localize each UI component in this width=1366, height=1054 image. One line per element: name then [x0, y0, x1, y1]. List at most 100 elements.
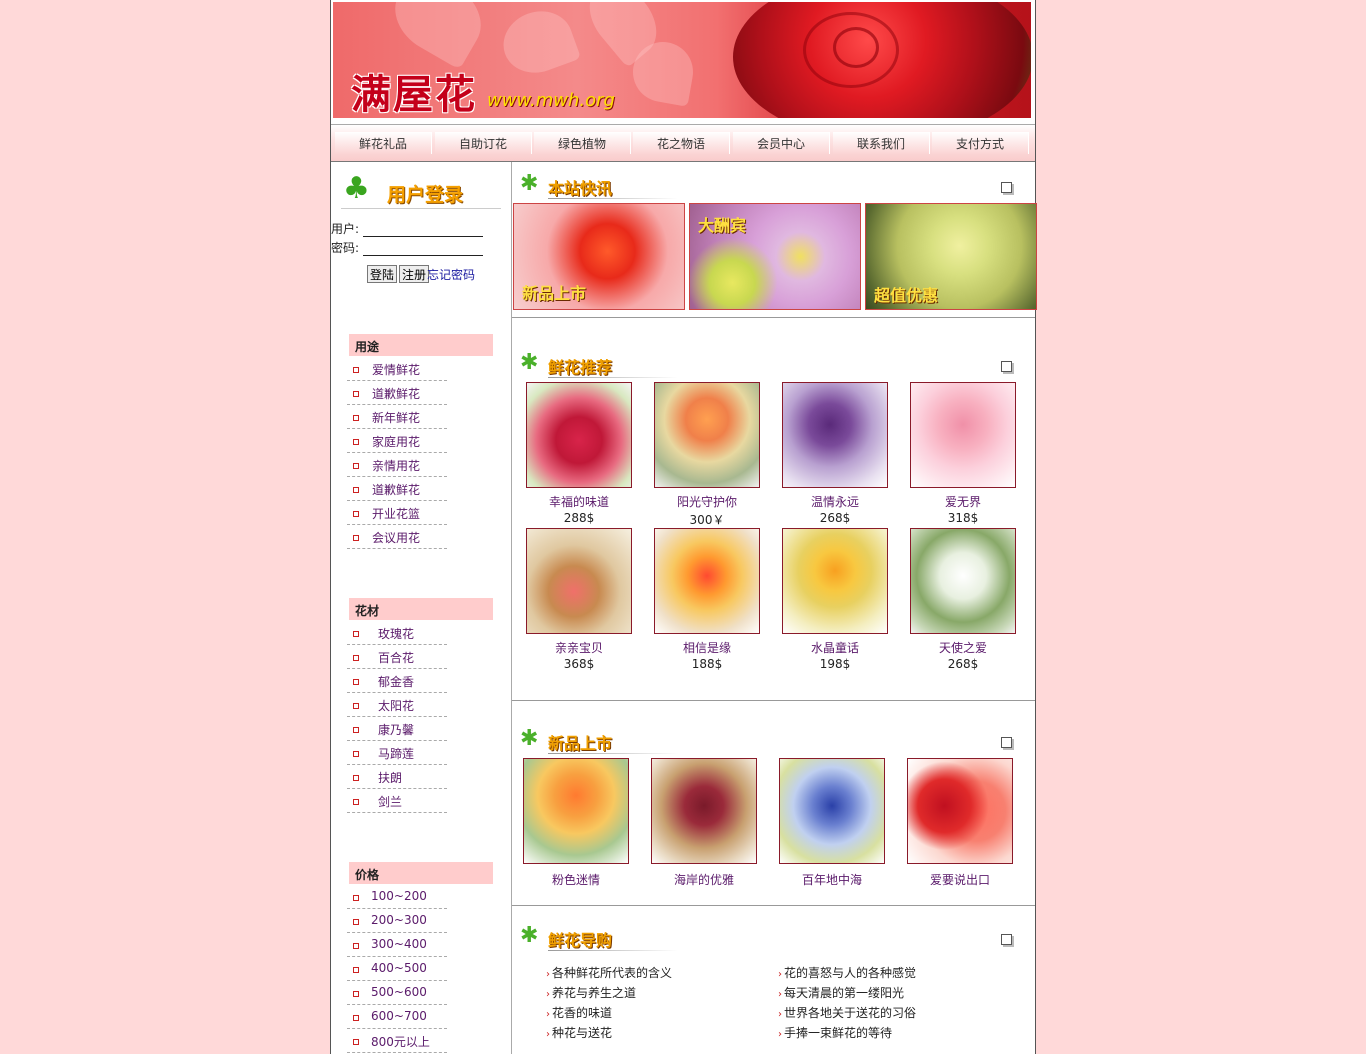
product-name[interactable]: 幸福的味道: [516, 493, 642, 510]
nav-item-green-plants[interactable]: 绿色植物: [534, 132, 631, 154]
sidebar-item[interactable]: 家庭用花: [347, 429, 447, 453]
bullet-icon: [353, 631, 359, 637]
guide-link[interactable]: › 种花与送花: [546, 1024, 612, 1041]
sidebar-item[interactable]: 400~500: [347, 957, 447, 981]
bullet-icon: [353, 439, 359, 445]
nav-item-contact[interactable]: 联系我们: [833, 132, 930, 154]
product-image[interactable]: [651, 758, 757, 864]
product-image[interactable]: [654, 528, 760, 634]
product-image[interactable]: [779, 758, 885, 864]
sidebar-item-label: 开业花篮: [372, 507, 421, 521]
product-name[interactable]: 爱要说出口: [897, 871, 1023, 888]
promo-label: 超值优惠: [874, 286, 939, 305]
nav-item-self-order[interactable]: 自助订花: [435, 132, 532, 154]
product-image[interactable]: [654, 382, 760, 488]
product-image[interactable]: [910, 382, 1016, 488]
sidebar-item[interactable]: 新年鲜花: [347, 405, 447, 429]
clover-icon: ♣: [343, 171, 370, 206]
sidebar-item[interactable]: 康乃馨: [347, 717, 447, 741]
product-image[interactable]: [907, 758, 1013, 864]
promo-super-value[interactable]: 超值优惠: [865, 203, 1037, 310]
username-input[interactable]: [363, 220, 483, 237]
sidebar-item[interactable]: 扶朗: [347, 765, 447, 789]
product-image[interactable]: [782, 382, 888, 488]
sidebar-item[interactable]: 亲情用花: [347, 453, 447, 477]
sidebar-item[interactable]: 玫瑰花: [347, 621, 447, 645]
sidebar-item[interactable]: 爱情鲜花: [347, 357, 447, 381]
sidebar-item[interactable]: 开业花篮: [347, 501, 447, 525]
sidebar-item[interactable]: 郁金香: [347, 669, 447, 693]
sidebar-item[interactable]: 800元以上: [347, 1029, 447, 1053]
product-name[interactable]: 阳光守护你: [644, 493, 770, 510]
bullet-icon: [353, 463, 359, 469]
nav-item-member-center[interactable]: 会员中心: [733, 132, 830, 154]
recommend-more-icon[interactable]: [1001, 361, 1012, 372]
sidebar-item[interactable]: 道歉鲜花: [347, 381, 447, 405]
product-name[interactable]: 海岸的优雅: [641, 871, 767, 888]
sidebar-item[interactable]: 会议用花: [347, 525, 447, 549]
recommend-section-title: 鲜花推荐: [548, 358, 613, 377]
star-leaf-icon: ✱: [520, 923, 539, 948]
new-arrivals-more-icon[interactable]: [1001, 737, 1012, 748]
sidebar-item[interactable]: 500~600: [347, 981, 447, 1005]
product-name[interactable]: 百年地中海: [769, 871, 895, 888]
sidebar-item[interactable]: 百合花: [347, 645, 447, 669]
sidebar-item[interactable]: 600~700: [347, 1005, 447, 1029]
product-name[interactable]: 亲亲宝贝: [516, 639, 642, 656]
product-image[interactable]: [523, 758, 629, 864]
product-image[interactable]: [526, 528, 632, 634]
product-image[interactable]: [910, 528, 1016, 634]
bullet-icon: [353, 1039, 359, 1045]
bullet-icon: [353, 895, 359, 901]
guide-link-label: 花香的味道: [552, 1006, 613, 1020]
promo-big-sale[interactable]: 大酬宾: [689, 203, 861, 310]
forgot-password-link[interactable]: 忘记密码: [427, 266, 475, 283]
product-price: 288$: [563, 511, 595, 525]
product-price: 188$: [691, 657, 723, 671]
guide-link[interactable]: › 花香的味道: [546, 1004, 612, 1021]
site-logo[interactable]: 满屋花: [351, 62, 477, 118]
sidebar-item[interactable]: 剑兰: [347, 789, 447, 813]
sidebar-item[interactable]: 200~300: [347, 909, 447, 933]
sidebar-item[interactable]: 道歉鲜花: [347, 477, 447, 501]
sidebar-item-label: 家庭用花: [372, 435, 421, 449]
sidebar-item-label: 百合花: [378, 651, 415, 665]
sidebar-item[interactable]: 100~200: [347, 885, 447, 909]
sidebar-item-label: 300~400: [371, 937, 427, 951]
guide-more-icon[interactable]: [1001, 934, 1012, 945]
guide-link[interactable]: › 每天清晨的第一缕阳光: [778, 984, 904, 1001]
product-name[interactable]: 粉色迷情: [513, 871, 639, 888]
sidebar-item[interactable]: 300~400: [347, 933, 447, 957]
product-name[interactable]: 水晶童话: [772, 639, 898, 656]
arrow-icon: ›: [778, 1029, 782, 1040]
sidebar-item-label: 600~700: [371, 1009, 427, 1023]
site-banner: 满屋花 www.mwh.org: [333, 2, 1031, 118]
login-button[interactable]: 登陆: [367, 265, 398, 283]
product-name[interactable]: 相信是缘: [644, 639, 770, 656]
product-image[interactable]: [782, 528, 888, 634]
bullet-icon: [353, 415, 359, 421]
sidebar-item-label: 太阳花: [378, 699, 415, 713]
news-more-icon[interactable]: [1001, 182, 1012, 193]
nav-item-flower-stories[interactable]: 花之物语: [633, 132, 730, 154]
sidebar-item[interactable]: 太阳花: [347, 693, 447, 717]
product-name[interactable]: 爱无界: [900, 493, 1026, 510]
password-input[interactable]: [363, 239, 483, 256]
product-image[interactable]: [526, 382, 632, 488]
nav-item-payment[interactable]: 支付方式: [932, 132, 1029, 154]
nav-item-flower-gifts[interactable]: 鲜花礼品: [335, 132, 432, 154]
usage-section-title: 用途: [349, 334, 493, 356]
product-name[interactable]: 温情永远: [772, 493, 898, 510]
register-button[interactable]: 注册: [399, 265, 430, 283]
promo-new-arrivals[interactable]: 新品上市: [513, 203, 685, 310]
product-name[interactable]: 天使之爱: [900, 639, 1026, 656]
sidebar-item-label: 道歉鲜花: [372, 483, 421, 497]
guide-link[interactable]: › 养花与养生之道: [546, 984, 636, 1001]
guide-link[interactable]: › 花的喜怒与人的各种感觉: [778, 964, 916, 981]
guide-link[interactable]: › 各种鲜花所代表的含义: [546, 964, 672, 981]
bullet-icon: [353, 919, 359, 925]
guide-link[interactable]: › 手捧一束鲜花的等待: [778, 1024, 892, 1041]
guide-link[interactable]: › 世界各地关于送花的习俗: [778, 1004, 916, 1021]
sidebar-item[interactable]: 马蹄莲: [347, 741, 447, 765]
guide-section-header: ✱ 鲜花导购: [518, 922, 1018, 952]
